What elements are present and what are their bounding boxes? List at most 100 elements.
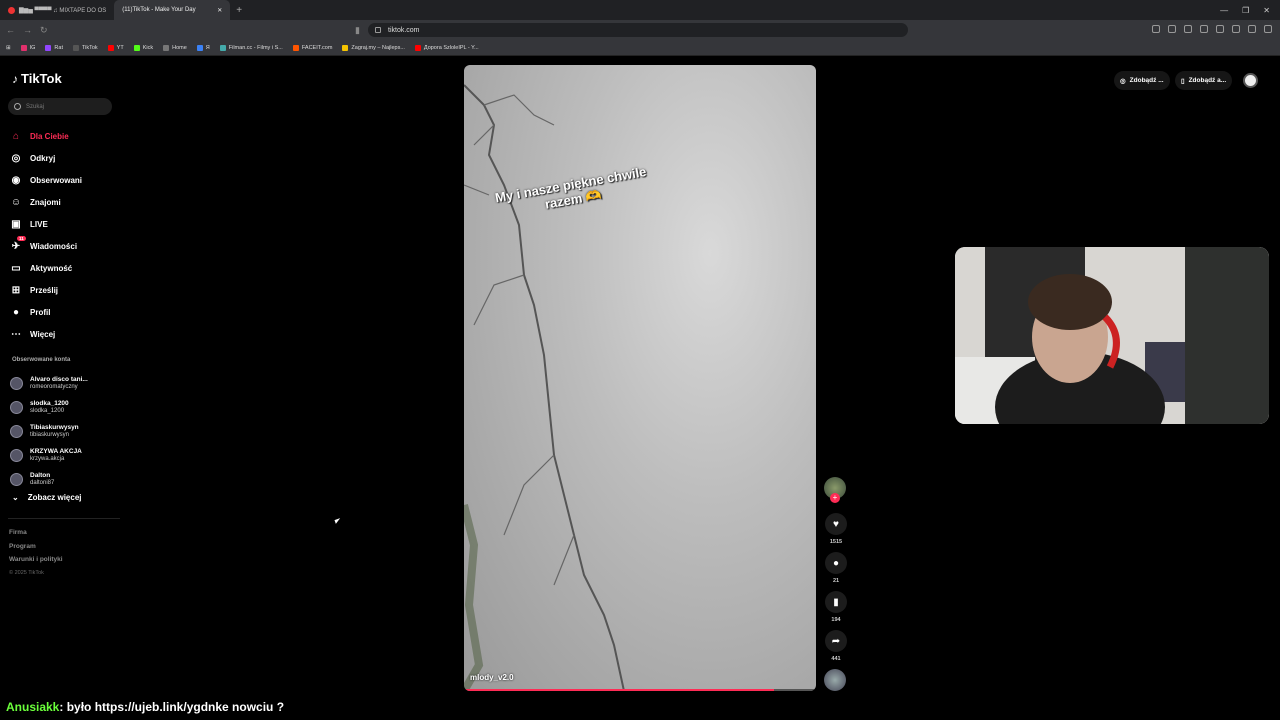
footer-link-company[interactable]: Firma	[9, 526, 63, 540]
bookmark-item[interactable]: TikTok	[72, 44, 98, 51]
save-action[interactable]: ▮ 194	[824, 591, 848, 623]
minimize-icon[interactable]: —	[1220, 6, 1228, 15]
video-progress-bar[interactable]	[464, 689, 816, 691]
bookmark-label: YT	[116, 44, 124, 51]
following-account[interactable]: slodka_1200 slodka_1200	[10, 395, 120, 419]
see-more-button[interactable]: ⌄ Zobacz więcej	[12, 493, 82, 502]
sidebar-icon[interactable]	[1232, 25, 1240, 33]
reload-icon[interactable]: ↻	[40, 25, 48, 36]
sidebar-item-live[interactable]: ▣ LIVE	[10, 213, 120, 235]
tiktok-logo[interactable]: ♪ TikTok	[12, 71, 62, 86]
youtube-icon	[414, 44, 421, 51]
account-handle: daltoni87	[30, 479, 55, 486]
video-player[interactable]: My i nasze piękne chwile razem 🫶 mlody_v…	[464, 65, 816, 691]
avatar	[10, 472, 23, 486]
menu-icon[interactable]	[1264, 25, 1272, 33]
window-controls: — ❐ ✕	[1220, 6, 1280, 15]
share-icon[interactable]: ➦	[825, 630, 847, 652]
bookmark-item[interactable]: Kick	[133, 44, 153, 51]
save-count: 194	[831, 617, 841, 623]
bookmark-icon[interactable]: ▮	[355, 25, 360, 36]
restore-icon[interactable]: ❐	[1242, 6, 1249, 15]
following-account[interactable]: Alvaro disco tani... romeoromatyczny	[10, 371, 120, 395]
extensions-toolbar	[1152, 25, 1272, 33]
extension-icon[interactable]	[1152, 25, 1160, 33]
site-info-icon[interactable]	[375, 27, 381, 33]
sidebar-item-upload[interactable]: ⊞ Prześlij	[10, 279, 120, 301]
get-app-button[interactable]: ▯ Zdobądź a...	[1175, 71, 1233, 90]
sidebar-item-more[interactable]: ⋯ Więcej	[10, 323, 120, 345]
sidebar-item-messages[interactable]: ✈ 11 Wiadomości	[10, 235, 120, 257]
copyright: © 2025 TikTok	[9, 569, 44, 576]
logo-text: TikTok	[21, 71, 62, 86]
sidebar-item-explore[interactable]: ◎ Odkryj	[10, 147, 120, 169]
bookmark-item[interactable]: Дорога SzloleIPL - Y...	[414, 44, 479, 51]
pavement-crack-texture	[464, 84, 625, 691]
account-handle: krzywa.akcja	[30, 455, 65, 462]
creator-avatar[interactable]: +	[824, 477, 846, 503]
bookmark-save-icon[interactable]: ▮	[825, 591, 847, 613]
bookmark-label: Home	[172, 44, 187, 51]
music-disc-icon[interactable]	[824, 669, 846, 691]
bookmark-item[interactable]: Я	[196, 44, 210, 51]
profile-avatar[interactable]	[1243, 73, 1258, 88]
new-tab-icon[interactable]: +	[236, 5, 242, 16]
bookmark-item[interactable]: Filman.cc - Filmy i S...	[219, 44, 283, 51]
video-actions: + ♥ 1515 ● 21 ▮ 194 ➦ 441	[824, 477, 848, 669]
footer-link-terms[interactable]: Warunki i polityki	[9, 553, 63, 567]
like-action[interactable]: ♥ 1515	[824, 513, 848, 545]
following-account[interactable]: Tibiaskurwysyn tibiaskurwysyn	[10, 419, 120, 443]
sidebar-item-profile[interactable]: ● Profil	[10, 301, 120, 323]
bookmark-label: Rat	[54, 44, 63, 51]
bookmark-item[interactable]: Home	[163, 44, 187, 51]
close-window-icon[interactable]: ✕	[1263, 6, 1270, 15]
comment-action[interactable]: ● 21	[824, 552, 848, 584]
bookmark-label: TikTok	[81, 44, 98, 51]
mouse-cursor	[334, 518, 342, 524]
heart-icon[interactable]: ♥	[825, 513, 847, 535]
search-input[interactable]: Szukaj	[8, 98, 112, 115]
bookmarks-bar: ⊞ IG Rat TikTok YT Kick Home Я Filman.cc…	[0, 40, 1280, 56]
video-author[interactable]: mlody_v2.0	[470, 673, 514, 682]
sidebar-item-label: Więcej	[30, 329, 56, 339]
get-coins-button[interactable]: ◎ Zdobądź ...	[1114, 71, 1170, 90]
youtube-tab-icon	[8, 6, 15, 14]
coin-icon: ◎	[1120, 77, 1126, 85]
back-icon[interactable]: ←	[6, 25, 15, 35]
follow-plus-icon[interactable]: +	[830, 493, 840, 503]
bookmark-item[interactable]: Zagraj.my – Najleps...	[342, 44, 405, 51]
following-icon: ◉	[11, 174, 21, 186]
like-count: 1515	[829, 539, 843, 545]
comment-icon[interactable]: ●	[825, 552, 847, 574]
forward-icon[interactable]: →	[23, 25, 32, 35]
comment-count: 21	[832, 578, 840, 584]
account-handle: slodka_1200	[30, 407, 65, 414]
sidebar-item-activity[interactable]: ▭ Aktywność	[10, 257, 120, 279]
browser-tab-1[interactable]: ▇▆▅ ▀▀▀▀ ♫ MIXTAPE DO OS	[0, 0, 114, 20]
sidebar-item-label: Wiadomości	[30, 241, 78, 251]
extension-icon[interactable]	[1184, 25, 1192, 33]
bookmark-item[interactable]: YT	[107, 44, 124, 51]
sidebar-item-friends[interactable]: ☺ Znajomi	[10, 191, 120, 213]
bookmark-favicon	[196, 44, 203, 51]
bookmark-favicon	[219, 44, 226, 51]
apps-grid-icon[interactable]: ⊞	[6, 45, 11, 51]
bookmark-item[interactable]: IG	[20, 44, 35, 51]
profile-icon: ●	[12, 306, 20, 318]
share-action[interactable]: ➦ 441	[824, 630, 848, 662]
bookmark-item[interactable]: FACEIT.com	[292, 44, 332, 51]
following-account[interactable]: Dalton daltoni87	[10, 467, 120, 491]
following-account[interactable]: KRZYWA AKCJA krzywa.akcja	[10, 443, 120, 467]
footer-link-program[interactable]: Program	[9, 540, 63, 554]
music-icon[interactable]	[1216, 25, 1224, 33]
browser-tab-2[interactable]: (11)TikTok - Make Your Day ✕	[114, 0, 231, 20]
sidebar-item-following[interactable]: ◉ Obserwowani	[10, 169, 120, 191]
url-field[interactable]: tiktok.com	[368, 23, 908, 37]
extension-icon[interactable]	[1168, 25, 1176, 33]
wallet-icon[interactable]	[1248, 25, 1256, 33]
sidebar-item-for-you[interactable]: ⌂ Dla Ciebie	[10, 125, 120, 147]
webcam-feed	[955, 247, 1269, 424]
close-tab-icon[interactable]: ✕	[217, 7, 222, 14]
bookmark-item[interactable]: Rat	[45, 44, 63, 51]
extension-icon[interactable]	[1200, 25, 1208, 33]
